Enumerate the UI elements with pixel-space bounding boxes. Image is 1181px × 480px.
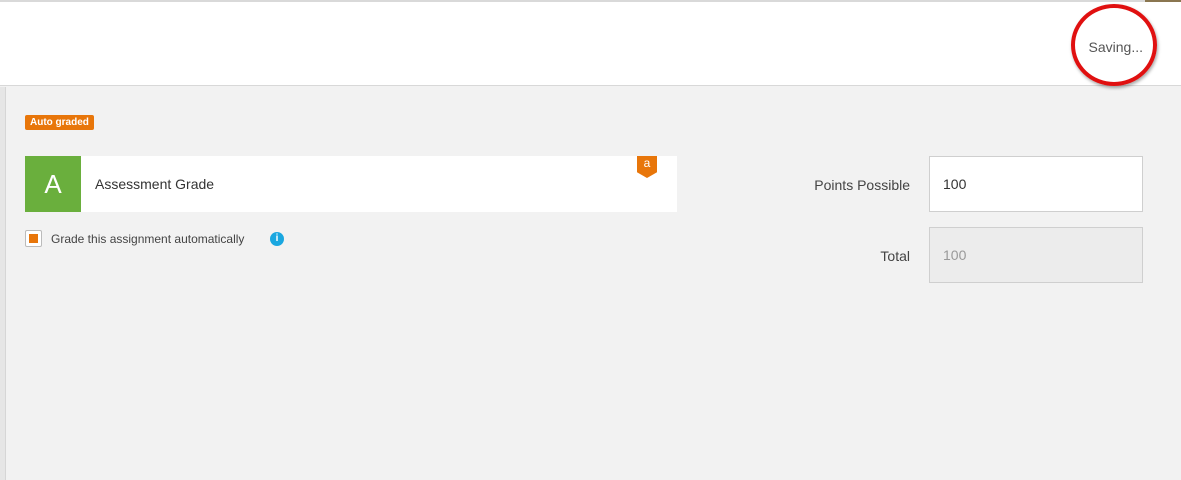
corner-tag-label: a	[643, 156, 651, 170]
assessment-grade-card[interactable]: A Assessment Grade a	[25, 156, 677, 212]
header-bar: Saving...	[0, 2, 1181, 86]
auto-grade-label[interactable]: Grade this assignment automatically	[51, 232, 244, 246]
grade-letter-tile: A	[25, 156, 81, 212]
total-label: Total	[880, 248, 910, 264]
points-possible-input[interactable]: 100	[929, 156, 1143, 212]
checkbox-checked-fill	[29, 234, 38, 243]
auto-grade-checkbox[interactable]	[25, 230, 42, 247]
highlight-circle	[1071, 4, 1157, 86]
info-icon[interactable]: i	[270, 232, 284, 246]
left-edge-border	[0, 87, 6, 480]
total-field: 100	[929, 227, 1143, 283]
auto-graded-badge: Auto graded	[25, 115, 94, 130]
corner-tag-icon: a	[637, 156, 657, 178]
grade-title: Assessment Grade	[95, 176, 215, 192]
points-possible-label: Points Possible	[814, 177, 910, 193]
